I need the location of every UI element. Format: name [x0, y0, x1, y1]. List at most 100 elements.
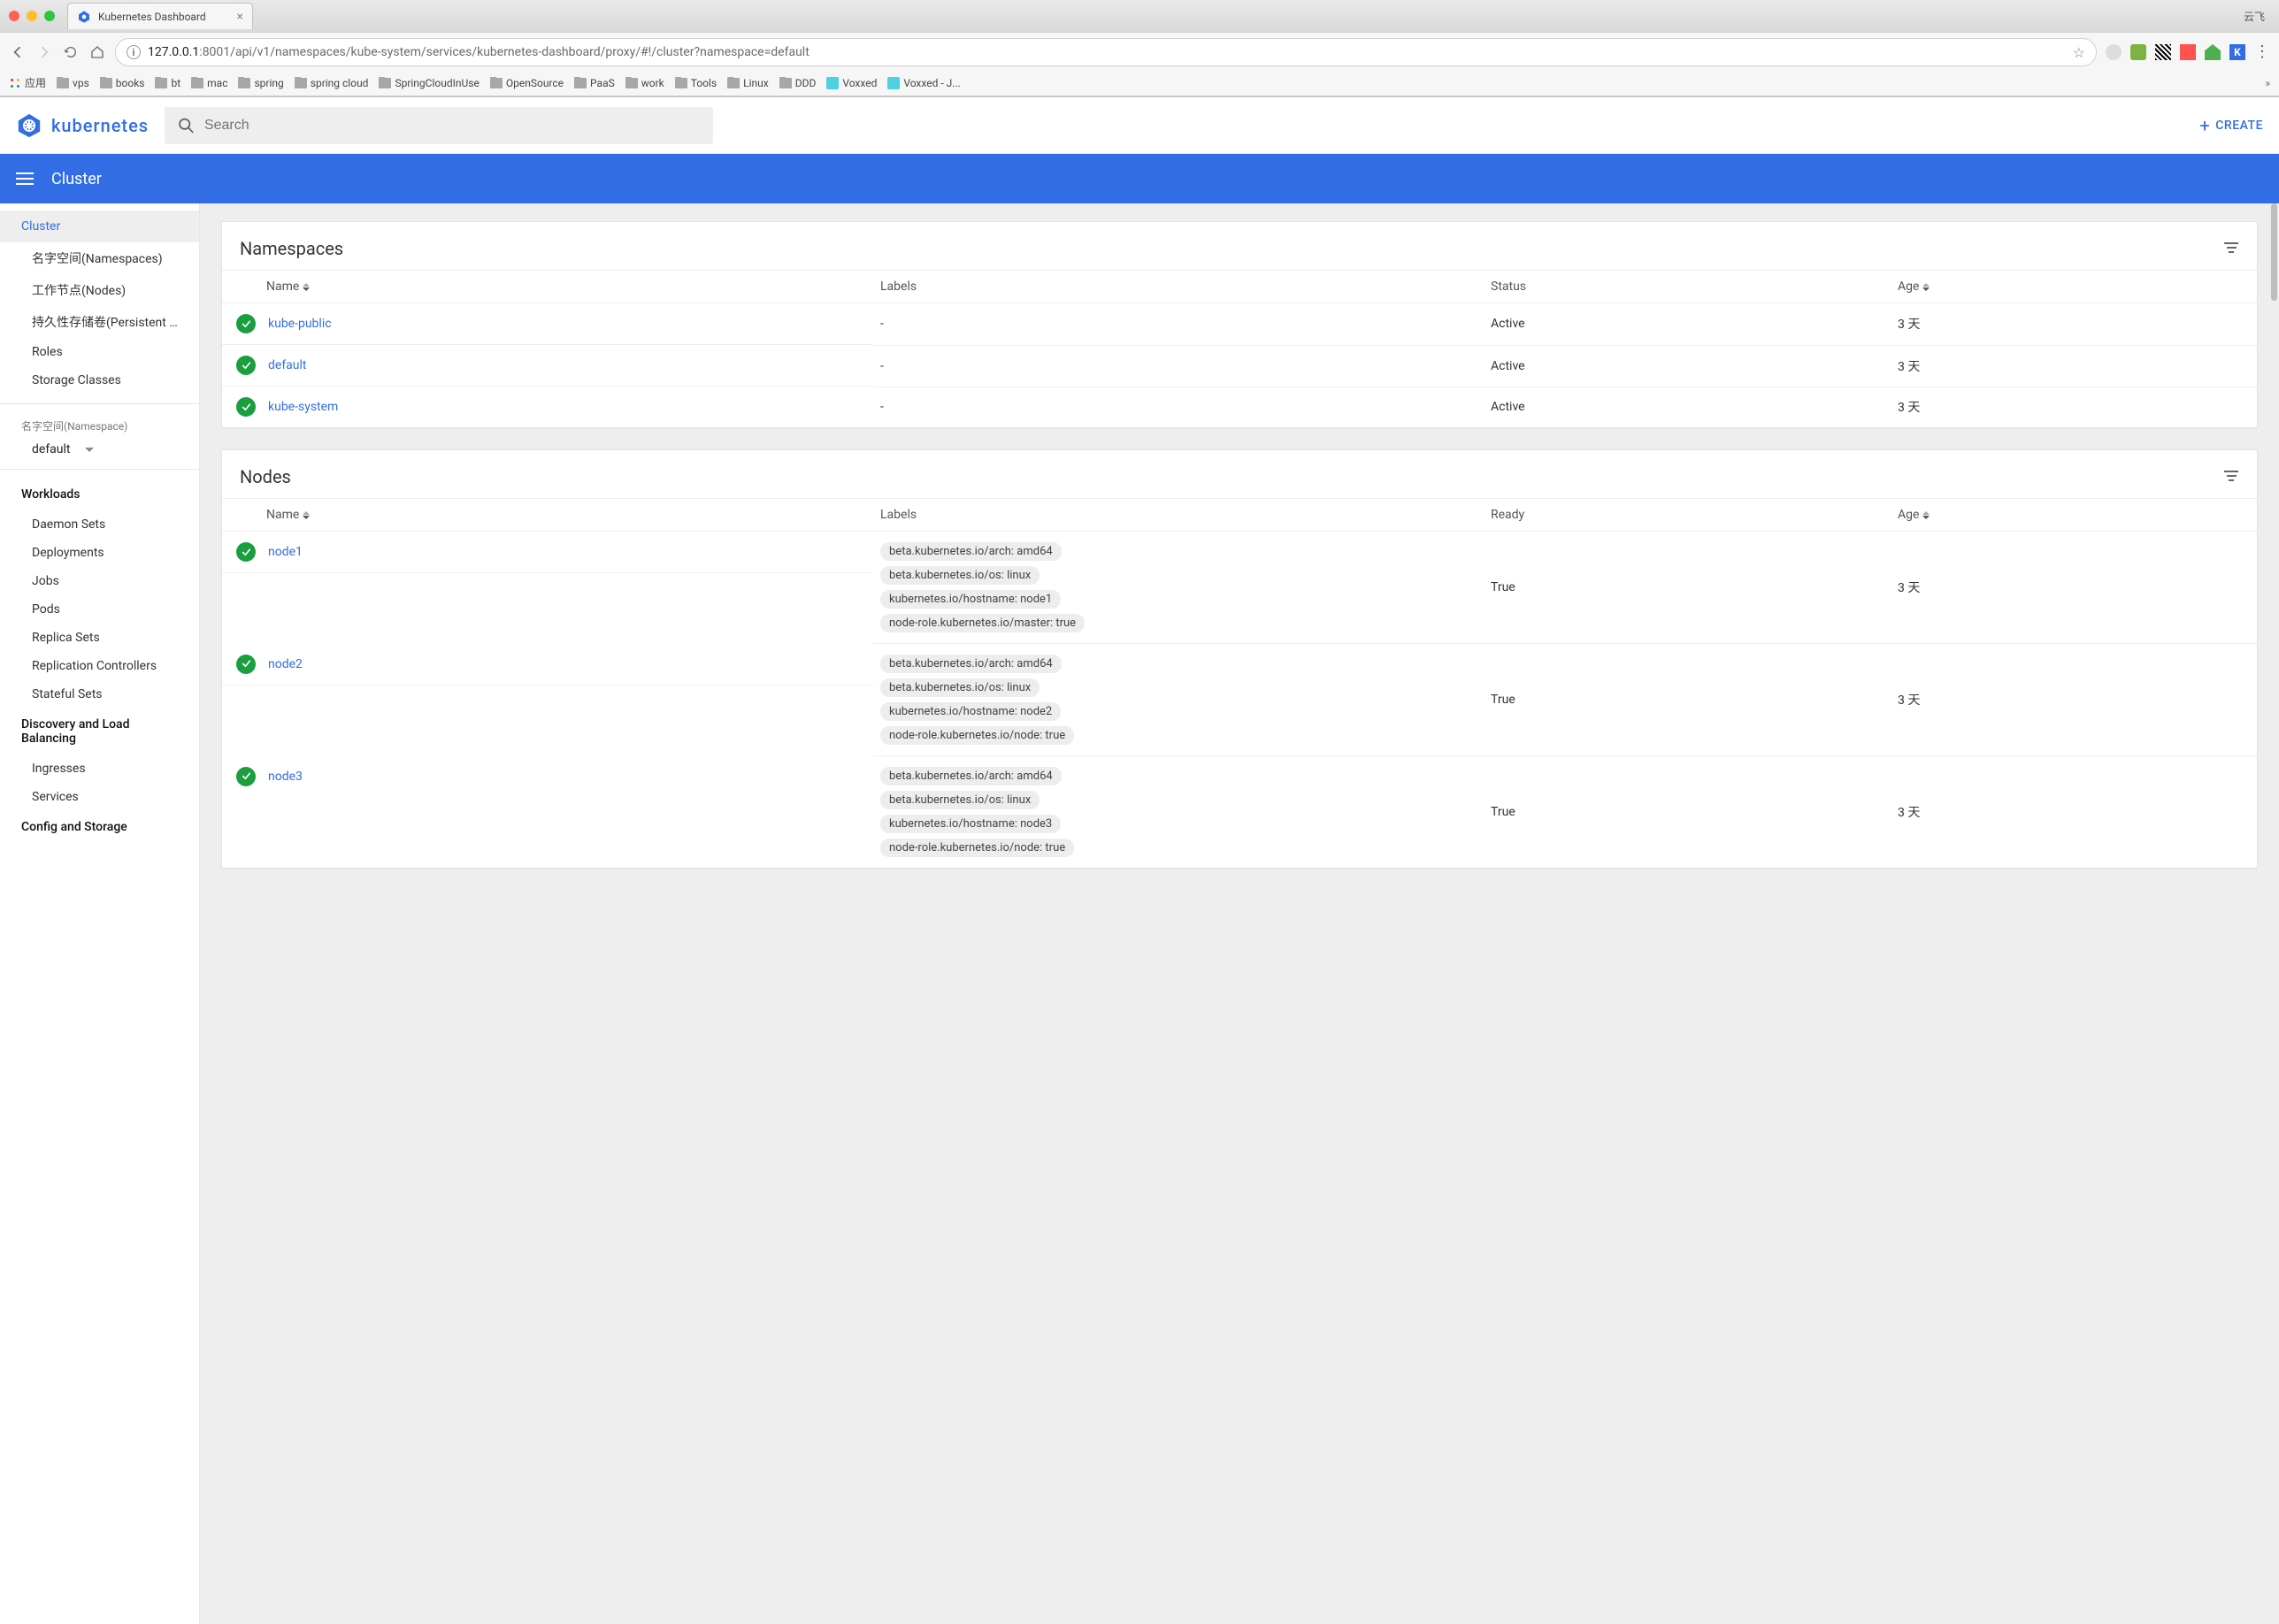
label-chip: beta.kubernetes.io/os: linux [880, 566, 1040, 585]
address-bar[interactable]: i 127.0.0.1:8001/api/v1/namespaces/kube-… [115, 38, 2097, 66]
sidebar-subitem[interactable]: Pods [0, 595, 199, 624]
window-minimize-dot[interactable] [27, 11, 37, 21]
tab-close-icon[interactable]: × [237, 11, 243, 23]
resource-link[interactable]: kube-system [268, 400, 338, 414]
bookmark-item[interactable]: Voxxed - J... [887, 77, 960, 89]
browser-chrome: Kubernetes Dashboard × 云飞 i 127.0.0.1:80… [0, 0, 2279, 97]
filter-icon[interactable] [2223, 471, 2239, 483]
ext-icon[interactable] [2130, 44, 2146, 60]
sidebar-subitem[interactable]: Storage Classes [0, 366, 199, 395]
sidebar-subitem[interactable]: Daemon Sets [0, 510, 199, 539]
label-chip: beta.kubernetes.io/arch: amd64 [880, 767, 1062, 785]
sidebar-subitem[interactable]: Deployments [0, 539, 199, 567]
labels-cell: beta.kubernetes.io/arch: amd64beta.kuber… [873, 756, 1484, 869]
menu-toggle-icon[interactable] [16, 172, 34, 185]
home-button[interactable] [88, 43, 106, 61]
resource-link[interactable]: node2 [268, 657, 303, 671]
namespace-selected: default [32, 442, 71, 456]
ready-cell: True [1484, 756, 1891, 869]
bookmark-item[interactable]: spring [238, 77, 283, 89]
sidebar-item-config[interactable]: Config and Storage [0, 811, 199, 843]
browser-tab-row: Kubernetes Dashboard × 云飞 [0, 0, 2279, 32]
col-status[interactable]: Status [1484, 271, 1891, 303]
bookmark-item[interactable]: OpenSource [490, 77, 564, 89]
section-bar: Cluster [0, 154, 2279, 203]
window-controls[interactable] [9, 11, 55, 21]
resource-link[interactable]: node3 [268, 770, 303, 784]
col-age[interactable]: Age [1891, 271, 2257, 303]
site-info-icon[interactable]: i [127, 45, 141, 59]
bookmark-item[interactable]: DDD [779, 77, 817, 89]
resource-link[interactable]: default [268, 358, 307, 372]
k8s-favicon-icon [77, 10, 91, 24]
resource-link[interactable]: kube-public [268, 317, 332, 331]
bookmark-item[interactable]: bt [155, 77, 180, 89]
col-age[interactable]: Age [1891, 499, 2257, 532]
bookmark-item[interactable]: Tools [675, 77, 717, 89]
col-name[interactable]: Name [222, 271, 873, 303]
bookmark-item[interactable]: Voxxed [826, 77, 877, 89]
reload-button[interactable] [62, 43, 80, 61]
app-header: kubernetes + CREATE [0, 97, 2279, 154]
create-button[interactable]: + CREATE [2199, 115, 2263, 136]
sidebar-subitem[interactable]: Services [0, 783, 199, 811]
sidebar-subitem[interactable]: 名字空间(Namespaces) [0, 242, 199, 274]
bookmark-item[interactable]: spring cloud [295, 77, 369, 89]
window-maximize-dot[interactable] [44, 11, 55, 21]
col-labels[interactable]: Labels [873, 499, 1484, 532]
apps-shortcut[interactable]: 应用 [9, 75, 46, 90]
ext-icon[interactable] [2205, 44, 2221, 60]
namespace-select[interactable]: default [0, 439, 199, 465]
bookmarks-overflow-icon[interactable]: » [2265, 77, 2270, 89]
bookmark-item[interactable]: vps [57, 77, 89, 89]
ext-icon[interactable]: K [2229, 44, 2245, 60]
label-chip: beta.kubernetes.io/arch: amd64 [880, 542, 1062, 561]
resource-link[interactable]: node1 [268, 545, 303, 559]
ext-icon[interactable] [2180, 44, 2196, 60]
sidebar-subitem[interactable]: 持久性存储卷(Persistent Volumes) [0, 306, 199, 338]
sidebar-subitem[interactable]: Roles [0, 338, 199, 366]
status-cell: Active [1484, 303, 1891, 346]
col-name[interactable]: Name [222, 499, 873, 532]
content-scrollbar[interactable] [2270, 203, 2279, 1624]
ext-icon[interactable] [2106, 44, 2122, 60]
sidebar-subitem[interactable]: Replication Controllers [0, 652, 199, 680]
chrome-menu-icon[interactable]: ⋮ [2254, 44, 2270, 60]
chrome-profile-name[interactable]: 云飞 [2244, 9, 2270, 24]
folder-icon [155, 78, 167, 88]
sidebar-item-workloads[interactable]: Workloads [0, 479, 199, 510]
sidebar-subitem[interactable]: Stateful Sets [0, 680, 199, 709]
col-labels[interactable]: Labels [873, 271, 1484, 303]
back-button[interactable] [9, 43, 27, 61]
col-ready[interactable]: Ready [1484, 499, 1891, 532]
browser-tab-title: Kubernetes Dashboard [98, 11, 206, 23]
search-box[interactable] [165, 107, 713, 144]
sidebar-item-discovery[interactable]: Discovery and Load Balancing [0, 709, 199, 755]
folder-icon [238, 78, 250, 88]
brand-logo[interactable]: kubernetes [16, 112, 149, 139]
status-ok-icon [236, 314, 256, 333]
status-ok-icon [236, 356, 256, 375]
label-chip: kubernetes.io/hostname: node1 [880, 590, 1061, 609]
bookmark-item[interactable]: PaaS [574, 77, 615, 89]
sidebar-item-cluster[interactable]: Cluster [0, 211, 199, 242]
bookmark-item[interactable]: mac [191, 77, 227, 89]
sidebar-subitem[interactable]: Jobs [0, 567, 199, 595]
search-input[interactable] [204, 118, 701, 134]
bookmark-star-icon[interactable]: ☆ [2073, 44, 2085, 61]
sidebar-subitem[interactable]: Replica Sets [0, 624, 199, 652]
site-icon [887, 77, 900, 89]
window-close-dot[interactable] [9, 11, 19, 21]
bookmark-item[interactable]: books [100, 77, 145, 89]
browser-tab[interactable]: Kubernetes Dashboard × [67, 3, 253, 29]
namespaces-card: Namespaces Name Labels Status Age kube-p… [221, 221, 2258, 428]
card-title: Namespaces [240, 238, 343, 259]
sidebar-subitem[interactable]: 工作节点(Nodes) [0, 274, 199, 306]
bookmark-item[interactable]: work [625, 77, 664, 89]
ext-icon[interactable] [2155, 44, 2171, 60]
labels-cell: beta.kubernetes.io/arch: amd64beta.kuber… [873, 644, 1484, 756]
bookmark-item[interactable]: SpringCloudInUse [379, 77, 479, 89]
sidebar-subitem[interactable]: Ingresses [0, 755, 199, 783]
filter-icon[interactable] [2223, 242, 2239, 255]
bookmark-item[interactable]: Linux [727, 77, 769, 89]
